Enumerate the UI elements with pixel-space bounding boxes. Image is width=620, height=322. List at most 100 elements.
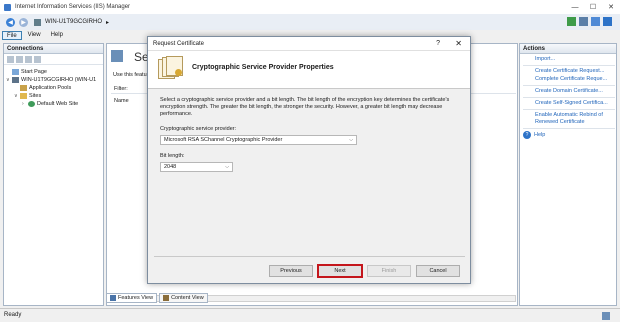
iis-app-icon (4, 3, 11, 11)
content-view-icon (163, 295, 170, 301)
server-certificates-icon (111, 50, 123, 62)
action-help[interactable]: ? Help (523, 131, 616, 139)
status-text: Ready (4, 312, 22, 318)
page-description: Use this featu (113, 72, 147, 78)
action-create-certificate-request[interactable]: Create Certificate Request... (535, 68, 616, 75)
dialog-help-icon[interactable]: ? (436, 40, 440, 47)
delete-connection-icon[interactable] (34, 55, 41, 63)
divider (154, 256, 465, 257)
dialog-body: Select a cryptographic service provider … (148, 90, 470, 172)
provider-select[interactable]: Microsoft RSA SChannel Cryptographic Pro… (160, 135, 357, 145)
connections-tree: Start Page ∨ WIN-U1T9GCGIRHO (WIN-U1 App… (4, 65, 103, 111)
bit-length-select[interactable]: 2048 ⌵ (160, 162, 233, 172)
action-enable-automatic-rebind[interactable]: Enable Automatic Rebind of Renewed Certi… (535, 112, 616, 126)
path-separator-icon[interactable]: ▸ (106, 19, 109, 26)
action-complete-certificate-request[interactable]: Complete Certificate Reque... (535, 76, 616, 83)
server-icon (34, 18, 41, 26)
address-bar: ◀ ▶ WIN-U1T9GCGIRHO ▸ (0, 14, 620, 30)
request-certificate-dialog: Request Certificate ? ✕ Cryptographic Se… (147, 36, 471, 284)
back-arrow-icon[interactable]: ◀ (6, 17, 15, 27)
chevron-down-icon: ⌵ (349, 137, 353, 143)
tree-item-sites[interactable]: ∨ Sites (6, 92, 101, 100)
divider (523, 128, 615, 129)
dialog-buttons: Previous Next Finish Cancel (269, 265, 460, 277)
connect-icon[interactable] (7, 55, 14, 63)
certificate-icon (158, 56, 184, 80)
features-view-icon (110, 295, 116, 301)
action-create-self-signed-certificate[interactable]: Create Self-Signed Certifica... (535, 100, 616, 107)
tree-item-label: WIN-U1T9GCGIRHO (WIN-U1 (21, 77, 97, 83)
action-create-domain-certificate[interactable]: Create Domain Certificate... (535, 88, 616, 95)
menu-help[interactable]: Help (47, 31, 67, 40)
bit-length-label: Bit length: (160, 153, 185, 159)
bit-length-selected-value: 2048 (164, 164, 177, 170)
connections-toolbar (4, 54, 103, 65)
tree-item-label: Sites (29, 93, 42, 99)
home-icon[interactable] (591, 17, 600, 26)
address-path[interactable]: WIN-U1T9GCGIRHO ▸ (34, 17, 109, 28)
close-button[interactable]: ✕ (602, 0, 620, 14)
action-import[interactable]: Import... (535, 56, 616, 63)
dialog-close-icon[interactable]: ✕ (455, 39, 462, 48)
divider (523, 109, 615, 110)
menu-view[interactable]: View (24, 31, 45, 40)
view-tabs: Features View Content View (106, 293, 208, 304)
filter-label: Filter: (114, 86, 128, 92)
status-bar: Ready (0, 308, 620, 322)
chevron-down-icon: ⌵ (225, 164, 229, 170)
window-controls: — ☐ ✕ (566, 0, 620, 14)
actions-list: Import... Create Certificate Request... … (520, 54, 616, 139)
tree-item-label: Default Web Site (37, 101, 79, 107)
cancel-button[interactable]: Cancel (416, 265, 460, 277)
refresh-icon[interactable] (567, 17, 576, 26)
dialog-titlebar: Request Certificate ? ✕ (148, 37, 470, 51)
tree-item-label: Application Pools (29, 85, 72, 91)
dialog-title: Request Certificate (153, 41, 205, 47)
tab-label: Content View (171, 295, 204, 301)
divider (523, 65, 615, 66)
actions-pane: Actions Import... Create Certificate Req… (519, 43, 617, 306)
divider (523, 85, 615, 86)
actions-title: Actions (520, 44, 616, 54)
help-icon[interactable] (603, 17, 612, 26)
dialog-heading: Cryptographic Service Provider Propertie… (192, 64, 334, 71)
connections-pane: Connections Start Page ∨ WIN-U1T9GCGIRHO… (3, 43, 104, 306)
previous-button[interactable]: Previous (269, 265, 313, 277)
up-icon[interactable] (25, 55, 32, 63)
window-title: Internet Information Services (IIS) Mana… (15, 4, 131, 10)
tab-features-view[interactable]: Features View (106, 293, 158, 303)
sites-folder-icon (20, 93, 27, 99)
address-toolbar (567, 17, 612, 26)
provider-selected-value: Microsoft RSA SChannel Cryptographic Pro… (164, 137, 283, 143)
network-status-icon (602, 312, 610, 320)
start-page-icon (12, 69, 19, 75)
save-icon[interactable] (16, 55, 23, 63)
server-icon (12, 77, 19, 83)
tree-item-label: Start Page (21, 69, 47, 75)
next-button[interactable]: Next (318, 265, 362, 277)
tab-content-view[interactable]: Content View (159, 293, 208, 303)
help-icon: ? (523, 131, 531, 139)
action-help-label: Help (534, 131, 546, 138)
tree-item-server[interactable]: ∨ WIN-U1T9GCGIRHO (WIN-U1 (6, 76, 101, 84)
tree-item-application-pools[interactable]: Application Pools (6, 84, 101, 92)
provider-label: Cryptographic service provider: (160, 126, 237, 132)
minimize-button[interactable]: — (566, 0, 584, 14)
forward-arrow-icon[interactable]: ▶ (19, 17, 28, 27)
address-path-text: WIN-U1T9GCGIRHO (45, 19, 102, 25)
finish-button[interactable]: Finish (367, 265, 411, 277)
tree-item-default-web-site[interactable]: › Default Web Site (6, 100, 101, 108)
tree-item-start-page[interactable]: Start Page (6, 68, 101, 76)
dialog-description: Select a cryptographic service provider … (160, 97, 450, 117)
maximize-button[interactable]: ☐ (584, 0, 602, 14)
connections-title: Connections (4, 44, 103, 54)
dialog-header: Cryptographic Service Provider Propertie… (148, 51, 470, 89)
window-titlebar: Internet Information Services (IIS) Mana… (0, 0, 620, 14)
divider (523, 97, 615, 98)
globe-icon (28, 101, 35, 107)
application-pools-icon (20, 85, 27, 91)
menu-file[interactable]: File (2, 31, 22, 40)
tab-label: Features View (118, 295, 154, 301)
stop-icon[interactable] (579, 17, 588, 26)
column-header-name[interactable]: Name (114, 98, 129, 104)
